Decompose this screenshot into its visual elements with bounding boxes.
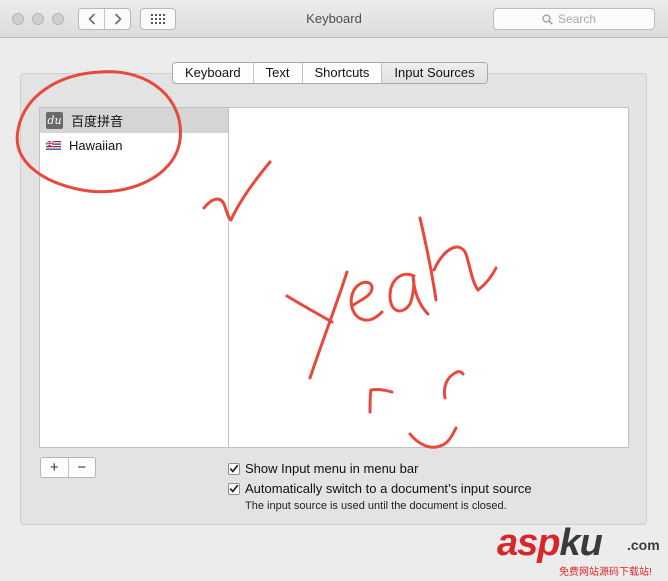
show-input-menu-checkbox[interactable]: [228, 462, 240, 475]
source-label: Hawaiian: [69, 138, 123, 153]
add-input-source-button[interactable]: +: [41, 458, 68, 477]
tab-text[interactable]: Text: [252, 63, 302, 83]
hawaii-flag-icon: [46, 140, 61, 151]
auto-switch-checkbox[interactable]: [228, 482, 240, 495]
auto-switch-label: Automatically switch to a document’s inp…: [245, 481, 532, 496]
search-field[interactable]: [493, 8, 655, 30]
list-item-baidu-pinyin[interactable]: du 百度拼音: [40, 108, 228, 133]
baidu-du-icon: du: [46, 112, 63, 129]
auto-switch-note: The input source is used until the docum…: [245, 500, 507, 512]
remove-input-source-button[interactable]: −: [67, 458, 96, 477]
add-remove-buttons: + −: [40, 457, 96, 478]
tab-keyboard[interactable]: Keyboard: [173, 63, 253, 83]
tab-bar: Keyboard Text Shortcuts Input Sources: [172, 62, 488, 84]
tab-input-sources[interactable]: Input Sources: [381, 63, 487, 83]
input-source-detail-pane: [228, 107, 629, 448]
search-input[interactable]: [558, 12, 606, 26]
checkmark-icon: [229, 484, 239, 493]
auto-switch-option[interactable]: Automatically switch to a document’s inp…: [228, 481, 532, 496]
search-icon: [542, 13, 553, 25]
source-label: 百度拼音: [71, 114, 124, 129]
show-input-menu-option[interactable]: Show Input menu in menu bar: [228, 461, 418, 476]
aspku-watermark-logo: aspku .com 免费网站源码下载站!: [497, 522, 660, 578]
tab-shortcuts[interactable]: Shortcuts: [301, 63, 382, 83]
show-input-menu-label: Show Input menu in menu bar: [245, 461, 419, 476]
checkmark-icon: [229, 464, 239, 473]
title-bar: Keyboard: [0, 0, 668, 38]
input-source-list: du 百度拼音 Hawaiian: [39, 107, 228, 448]
list-item-hawaiian[interactable]: Hawaiian: [40, 133, 228, 158]
